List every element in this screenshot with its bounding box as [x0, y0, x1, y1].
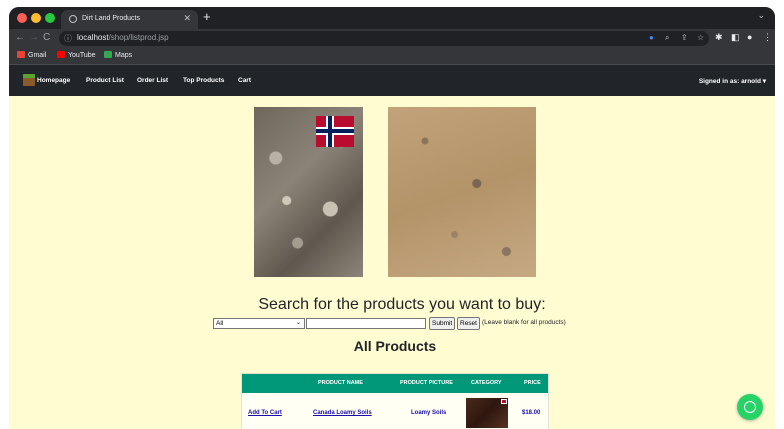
address-bar[interactable]: ⓘ localhost/shop/listprod.jsp ● ⌕ ⇪ ☆ [59, 31, 709, 46]
maximize-window-button[interactable] [45, 13, 55, 23]
tab-title: Dirt Land Products [82, 15, 140, 22]
globe-icon [69, 15, 77, 23]
product-category: Loamy Soils [411, 410, 447, 416]
back-icon[interactable]: ← [15, 32, 25, 43]
whatsapp-button[interactable] [737, 394, 763, 420]
url-host: localhost [77, 33, 109, 42]
flag-icon [501, 399, 507, 404]
extensions-icon[interactable]: ✱ [715, 32, 723, 43]
new-tab-button[interactable]: + [203, 9, 211, 24]
chevron-down-icon[interactable]: ⌄ [757, 10, 765, 21]
browser-toolbar: ← → C ⓘ localhost/shop/listprod.jsp ● ⌕ … [9, 29, 775, 48]
add-to-cart-link[interactable]: Add To Cart [248, 410, 282, 416]
col-price: PRICE [524, 380, 541, 386]
maps-icon [104, 51, 112, 58]
category-selected-value: All [216, 320, 224, 327]
whatsapp-icon [744, 401, 756, 413]
bookmark-maps[interactable]: Maps [104, 51, 132, 59]
reset-button[interactable]: Reset [457, 317, 480, 330]
bookmark-youtube[interactable]: YouTube [57, 51, 96, 59]
bookmark-label: YouTube [68, 52, 96, 59]
close-window-button[interactable] [17, 13, 27, 23]
url-text: localhost/shop/listprod.jsp [77, 33, 169, 42]
bookmark-gmail[interactable]: Gmail [17, 51, 46, 59]
forward-icon[interactable]: → [29, 32, 39, 43]
url-path: /shop/listprod.jsp [108, 33, 169, 42]
table-row: Add To Cart Canada Loamy Soils Loamy Soi… [242, 393, 548, 429]
sidepanel-icon[interactable]: ◧ [731, 32, 740, 43]
reload-icon[interactable]: C [43, 32, 50, 43]
tab-dirt-land-products[interactable]: Dirt Land Products ✕ [61, 10, 198, 29]
chevron-down-icon: ⌄ [295, 320, 301, 326]
bookmarks-bar: Gmail YouTube Maps [9, 48, 775, 65]
col-product-picture: PRODUCT PICTURE [400, 380, 453, 386]
products-table: PRODUCT NAME PRODUCT PICTURE CATEGORY PR… [241, 373, 549, 429]
brand-label: Homepage [37, 77, 71, 84]
youtube-icon [57, 51, 65, 58]
product-thumbnail [466, 398, 508, 428]
share-icon[interactable]: ⇪ [681, 33, 688, 42]
search-input[interactable] [306, 318, 426, 329]
nav-cart[interactable]: Cart [238, 77, 251, 84]
dirt-logo-icon [23, 74, 35, 86]
tab-strip: Dirt Land Products ✕ + ⌄ [9, 7, 775, 29]
browser-window: Dirt Land Products ✕ + ⌄ ← → C ⓘ localho… [9, 7, 775, 429]
search-heading: Search for the products you want to buy: [258, 296, 546, 313]
search-hint: (Leave blank for all products) [482, 319, 566, 326]
product-price: $18.00 [522, 410, 541, 416]
brand-homepage[interactable]: Homepage [23, 74, 70, 86]
table-header: PRODUCT NAME PRODUCT PICTURE CATEGORY PR… [242, 374, 548, 393]
bookmark-label: Gmail [28, 52, 47, 59]
submit-button[interactable]: Submit [429, 317, 456, 330]
signed-in-dropdown[interactable]: Signed in as: arnold ▾ [699, 77, 766, 85]
site-navbar: Homepage Product List Order List Top Pro… [9, 65, 775, 96]
norway-flag-icon [316, 116, 354, 147]
nav-order-list[interactable]: Order List [137, 77, 168, 84]
bookmark-label: Maps [115, 52, 133, 59]
google-icon[interactable]: ● [649, 33, 654, 42]
profile-icon[interactable]: ● [747, 32, 752, 42]
nav-product-list[interactable]: Product List [86, 77, 124, 84]
zoom-icon[interactable]: ⌕ [665, 33, 669, 43]
col-product-name: PRODUCT NAME [318, 380, 363, 386]
menu-icon[interactable]: ⋮ [763, 32, 772, 43]
product-name-link[interactable]: Canada Loamy Soils [313, 410, 372, 416]
category-select[interactable]: All ⌄ [213, 318, 305, 329]
nav-top-products[interactable]: Top Products [183, 77, 224, 84]
info-icon[interactable]: ⓘ [64, 33, 72, 44]
star-icon[interactable]: ☆ [697, 33, 704, 42]
tab-close-icon[interactable]: ✕ [183, 13, 191, 24]
web-page: Homepage Product List Order List Top Pro… [9, 65, 775, 429]
minimize-window-button[interactable] [31, 13, 41, 23]
sandy-soil-image [388, 107, 536, 277]
all-products-heading: All Products [353, 338, 437, 354]
gmail-icon [17, 51, 25, 58]
col-category: CATEGORY [471, 380, 502, 386]
